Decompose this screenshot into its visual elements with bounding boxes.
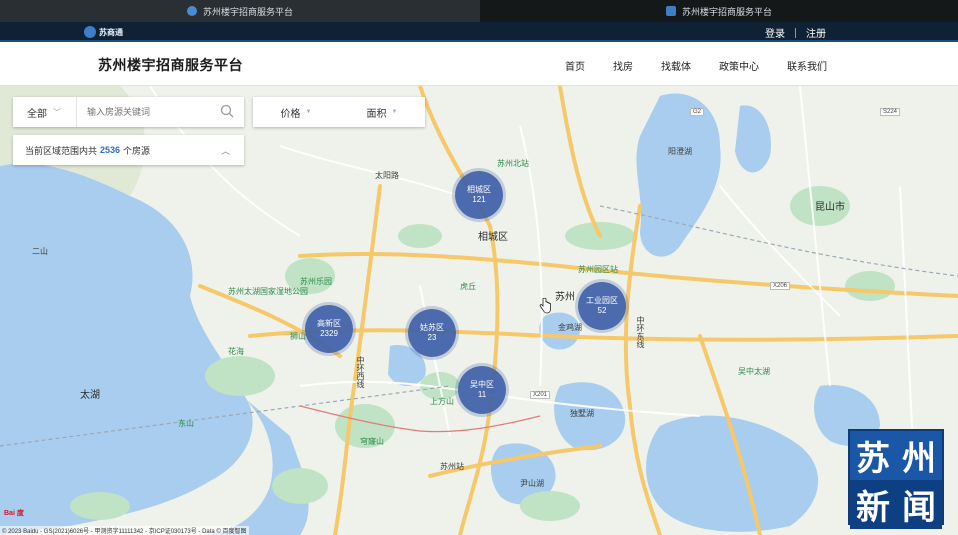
map-label-dongshan: 东山 (178, 419, 194, 428)
nav-home[interactable]: 首页 (565, 58, 585, 73)
map-label-suzhou: 苏州 (555, 292, 575, 303)
cluster-gusu[interactable]: 姑苏区 23 (408, 309, 456, 357)
caret-down-icon: ▼ (305, 109, 312, 115)
cluster-gaoxin[interactable]: 高新区 2329 (305, 305, 353, 353)
search-icon[interactable] (220, 104, 234, 118)
main-nav: 首页 找房 找载体 政策中心 联系我们 (565, 58, 855, 73)
cluster-industrial-park[interactable]: 工业园区 52 (578, 282, 626, 330)
map-label-shangfang: 上方山 (430, 397, 454, 406)
map-label-youtian: 尹山湖 (520, 479, 544, 488)
search-input[interactable] (87, 107, 217, 117)
result-count-bar[interactable]: 当前区域范围内共 2536 个房源 ︿ (13, 135, 244, 165)
divider (795, 27, 796, 38)
browser-tab-1[interactable]: 苏州楼宇招商服务平台 (0, 0, 480, 22)
cluster-count: 52 (597, 306, 607, 315)
cluster-wuzhong[interactable]: 吴中区 11 (458, 366, 506, 414)
area-filter-label: 面积 (366, 108, 387, 120)
browser-tab-strip: 苏州楼宇招商服务平台 苏州楼宇招商服务平台 (0, 0, 958, 22)
area-filter[interactable]: 面积 ▼ (339, 105, 425, 120)
map-label-suzhou-park: 苏州乐园 (300, 277, 332, 286)
browser-tab-title: 苏州楼宇招商服务平台 (202, 6, 293, 17)
map-label-ershan: 二山 (32, 247, 48, 256)
caret-down-icon: ▼ (391, 109, 398, 115)
cluster-xiangcheng[interactable]: 相城区 121 (455, 171, 503, 219)
site-title: 苏州楼宇招商服务平台 (98, 57, 243, 73)
map-label-huahai: 花海 (228, 347, 244, 356)
filter-box: 价格 ▼ 面积 ▼ (253, 97, 425, 127)
chevron-down-icon: ﹀ (53, 107, 61, 117)
site-header: 苏州楼宇招商服务平台 首页 找房 找载体 政策中心 联系我们 (0, 42, 958, 86)
top-bar: 苏商通 登录 注册 (0, 22, 958, 42)
price-filter-label: 价格 (280, 108, 301, 120)
cluster-name: 姑苏区 (420, 323, 444, 332)
map-label-shishan: 狮山 (290, 332, 306, 341)
scope-dropdown[interactable]: 全部 ﹀ (13, 97, 77, 127)
watermark-char: 州 (902, 439, 936, 479)
nav-policy-center[interactable]: 政策中心 (719, 58, 759, 73)
map-label-zhonghuan-east: 中环东线 (636, 316, 645, 348)
count-prefix: 当前区域范围内共 (25, 145, 98, 156)
chevron-up-icon[interactable]: ︿ (221, 144, 230, 157)
map-label-huqiu: 虎丘 (460, 282, 476, 291)
browser-tab-title: 苏州楼宇招商服务平台 (681, 6, 772, 17)
watermark-char: 苏 (856, 439, 890, 479)
cluster-count: 11 (477, 390, 487, 399)
road-badge: X201 (530, 391, 551, 399)
hand-cursor-icon (539, 298, 551, 314)
count-value: 2536 (100, 145, 121, 155)
site-favicon-icon (186, 6, 197, 16)
cluster-name: 高新区 (317, 319, 341, 328)
site-logo[interactable]: 苏商通 (84, 22, 130, 42)
browser-tab-2[interactable]: 苏州楼宇招商服务平台 (480, 0, 958, 22)
count-suffix: 个房源 (123, 145, 151, 156)
scope-value: 全部 (27, 108, 47, 120)
nav-contact-us[interactable]: 联系我们 (787, 58, 827, 73)
map-label-yangcheng-lake: 阳澄湖 (668, 147, 692, 156)
map-label-park-station: 苏州园区站 (578, 265, 618, 274)
login-link[interactable]: 登录 (765, 25, 785, 40)
map-label-zhonghuan-west: 中环西线 (356, 356, 365, 388)
site-favicon-icon (665, 6, 676, 16)
cluster-count: 23 (427, 333, 437, 342)
map-label-kunshan: 昆山市 (815, 202, 845, 213)
account-links: 登录 注册 (765, 25, 826, 40)
map-label-suzhou-station: 苏州站 (440, 462, 464, 471)
watermark-char: 新 (850, 480, 896, 529)
price-filter[interactable]: 价格 ▼ (253, 105, 339, 120)
cluster-count: 2329 (320, 329, 338, 338)
road-badge: G2 (690, 108, 705, 116)
watermark-char: 闻 (896, 480, 942, 529)
map-label-taihu: 太湖 (80, 390, 100, 401)
map-label-qionglong: 穹窿山 (360, 437, 384, 446)
map-label-taiyang: 太阳路 (375, 171, 399, 180)
register-link[interactable]: 注册 (806, 25, 826, 40)
map-label-dushu-lake: 独墅湖 (570, 409, 594, 418)
map-label-taihu-wetland: 苏州太湖国家湿地公园 (228, 287, 308, 296)
road-badge: S224 (880, 108, 901, 116)
suzhou-news-watermark: 苏 州 新 闻 (848, 429, 944, 529)
baidu-logo[interactable]: Bai 度 (4, 508, 24, 518)
nav-find-carrier[interactable]: 找载体 (661, 58, 691, 73)
nav-find-room[interactable]: 找房 (613, 58, 633, 73)
map-label-jinji-lake: 金鸡湖 (558, 323, 582, 332)
logo-text: 苏商通 (99, 27, 123, 37)
cluster-name: 吴中区 (470, 380, 494, 389)
logo-icon (84, 26, 96, 38)
search-box: 全部 ﹀ (13, 97, 244, 127)
cluster-name: 相城区 (467, 185, 491, 194)
road-badge: X206 (770, 282, 791, 290)
cluster-name: 工业园区 (586, 296, 618, 305)
map-label-xiangcheng: 相城区 (478, 232, 508, 243)
cluster-count: 121 (472, 195, 486, 204)
map-label-wuzhongtai: 吴中太湖 (738, 367, 770, 376)
map-label-suzhou-north-station: 苏州北站 (497, 159, 529, 168)
map-copyright: © 2023 Baidu - GS(2021)6026号 - 甲测资字11111… (0, 526, 249, 535)
